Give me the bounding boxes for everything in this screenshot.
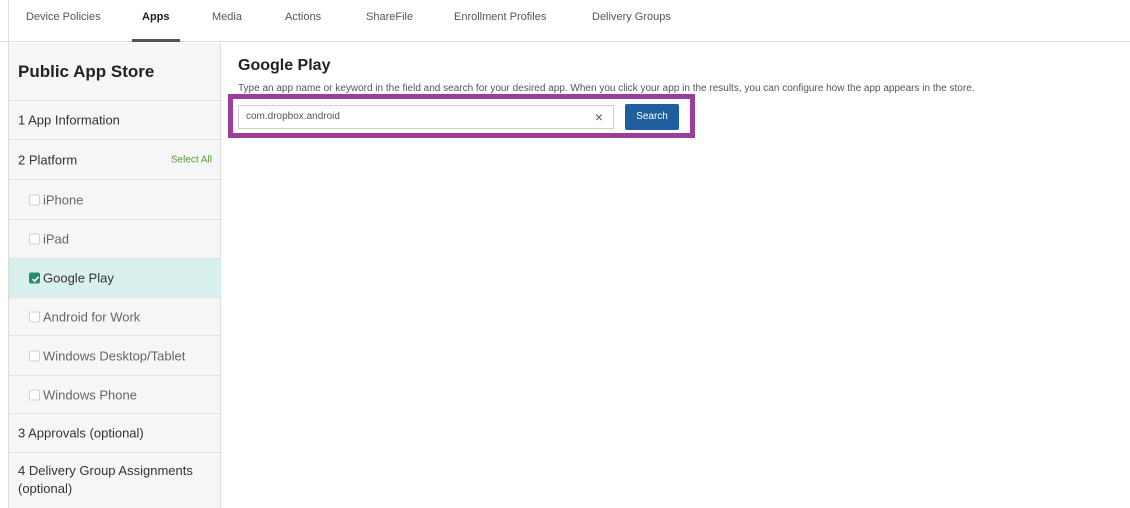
tab-sharefile[interactable]: ShareFile [366,0,413,42]
step-label: 1 App Information [18,112,120,128]
tab-device-policies[interactable]: Device Policies [26,0,101,42]
tab-media[interactable]: Media [212,0,242,42]
checkbox[interactable] [29,233,40,245]
checkmark-icon [31,276,40,283]
tab-apps-label: Apps [142,11,170,23]
tab-delivery-groups[interactable]: Delivery Groups [592,0,671,42]
tab-actions[interactable]: Actions [285,0,321,42]
search-button[interactable]: Search [625,104,679,130]
sidebar-step-delivery-group-assignments[interactable]: 4 Delivery Group Assignments (optional) [9,453,221,508]
platform-label: Android for Work [43,309,141,324]
platform-label: Windows Phone [43,387,137,402]
checkbox[interactable] [29,311,40,322]
sidebar-step-approvals[interactable]: 3 Approvals (optional) [9,414,221,453]
page-title: Google Play [238,57,331,74]
sidebar-step-platform[interactable]: 2 Platform Select All [9,140,221,180]
platform-android-for-work[interactable]: Android for Work [9,298,221,336]
platform-label: Windows Desktop/Tablet [43,348,186,363]
sidebar-title-row: Public App Store [9,43,221,101]
tab-enrollment-profiles[interactable]: Enrollment Profiles [454,0,546,42]
search-input-value: com.dropbox.android [246,111,340,122]
platform-label: iPad [43,231,70,247]
platform-ipad[interactable]: iPad [9,220,221,259]
platform-label: Google Play [43,270,114,286]
platform-google-play[interactable]: Google Play [9,259,221,298]
top-navigation: Device Policies Apps Media Actions Share… [0,0,1130,42]
platform-label: iPhone [43,192,84,207]
checkbox[interactable] [29,350,40,361]
platform-windows-phone[interactable]: Windows Phone [9,376,221,414]
checkbox[interactable] [29,194,40,205]
tab-apps[interactable]: Apps [132,0,180,42]
platform-windows-desktop-tablet[interactable]: Windows Desktop/Tablet [9,336,221,376]
sidebar: Public App Store 1 App Information 2 Pla… [9,43,221,508]
page-description: Type an app name or keyword in the field… [238,83,975,94]
checkbox-checked[interactable] [29,272,40,284]
platform-iphone[interactable]: iPhone [9,180,221,220]
step-label: 3 Approvals (optional) [18,425,144,441]
sidebar-step-app-information[interactable]: 1 App Information [9,101,221,140]
search-input[interactable]: com.dropbox.android × [238,105,614,129]
checkbox[interactable] [29,389,40,400]
step-label: 2 Platform [18,152,78,167]
clear-icon[interactable]: × [595,109,603,125]
sidebar-title: Public App Store [18,61,155,81]
select-all-link[interactable]: Select All [171,154,212,165]
active-tab-indicator [132,39,180,42]
step-label: 4 Delivery Group Assignments (optional) [18,463,193,496]
